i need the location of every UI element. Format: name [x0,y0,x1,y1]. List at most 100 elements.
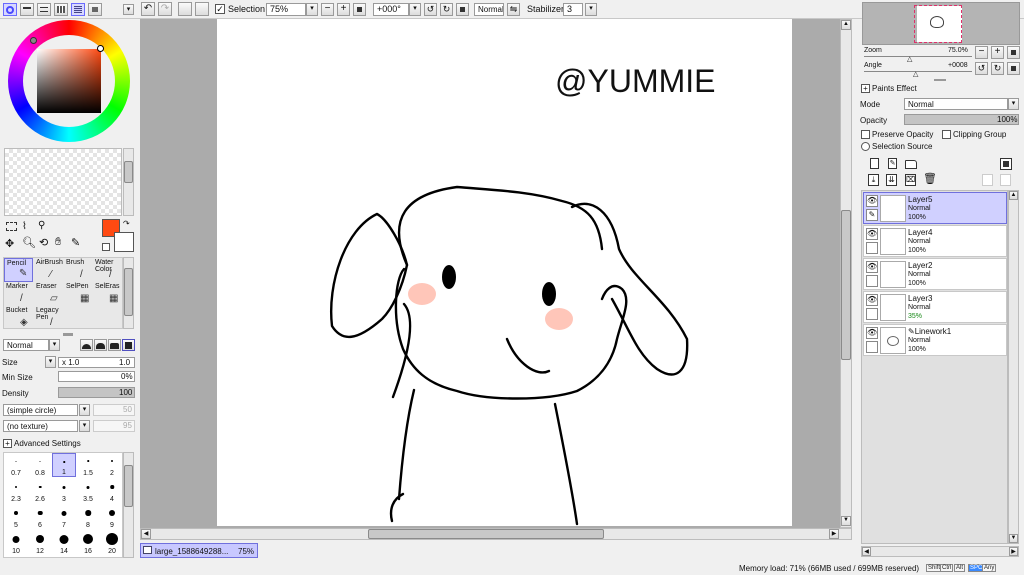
rotate-reset-button[interactable] [456,3,469,16]
zoom-in-button[interactable]: + [337,3,350,16]
nav-rotate-reset-button[interactable] [1007,62,1020,75]
tool-seleras[interactable]: SelEras ▦ [93,282,122,306]
new-linework-layer-icon[interactable]: ✎ [888,158,897,169]
tool-airbrush[interactable]: AirBrush ⁄ [34,258,63,282]
selection-checkbox[interactable]: ✓ [215,4,225,14]
blend-mode-select[interactable]: Normal [474,3,504,16]
edge-soft-button[interactable] [108,339,121,351]
brush-size-cell[interactable]: 0.8 [28,453,52,477]
tool-grid-scroll-thumb[interactable] [124,268,133,316]
layer-list-scroll-up-icon[interactable]: ▲ [1009,191,1018,200]
eye-icon[interactable]: 👁︎ [866,195,878,207]
edge-sharp-button[interactable] [122,339,135,351]
zoom-dropdown-icon[interactable]: ▾ [306,3,318,16]
lock-slot[interactable] [866,341,878,353]
brush-size-cell[interactable]: 10 [4,531,28,555]
rotate-right-button[interactable]: ↻ [440,3,453,16]
brush-size-cell[interactable]: 3.5 [76,479,100,503]
color-wheel-tab-icon[interactable] [3,3,17,16]
deselect-button[interactable] [178,2,192,16]
tool-selpen[interactable]: SelPen ▦ [64,282,93,306]
layer-list-hscrollbar[interactable] [861,546,1019,557]
flip-horizontal-button[interactable]: ⇋ [507,3,520,16]
canvas-horizontal-thumb[interactable] [368,529,604,539]
zoom-tool-icon[interactable]: 🔍︎ [22,236,36,249]
brush-size-cell[interactable]: 16 [76,531,100,555]
scratchpad[interactable] [4,148,122,216]
swatches-tab-icon[interactable] [54,3,68,16]
layer-panel-menu-icon[interactable] [1000,158,1012,170]
magic-wand-icon[interactable]: ⚲ [38,220,45,231]
brush-blend-select[interactable]: Normal [3,339,49,351]
nav-zoom-in-button[interactable]: + [991,46,1004,59]
layer-list-scroll-down-icon[interactable]: ▼ [1009,534,1018,543]
zoom-select[interactable]: 75% [266,3,306,16]
layer-row-layer2[interactable]: 👁︎ Layer2 Normal 100% [863,258,1007,290]
canvas-scroll-left-icon[interactable]: ◀ [141,529,151,539]
splitter-handle[interactable] [63,333,73,336]
eye-icon[interactable]: 👁︎ [866,294,878,306]
nav-splitter[interactable] [934,79,946,81]
eye-icon[interactable]: 👁︎ [866,261,878,273]
canvas-vertical-thumb[interactable] [841,210,851,360]
nav-rotate-right-button[interactable]: ↻ [991,62,1004,75]
texture-dropdown-icon[interactable]: ▾ [79,420,90,432]
brush-size-cell[interactable]: 2.6 [28,479,52,503]
advanced-settings-label[interactable]: Advanced Settings [14,439,81,448]
hand-tool-icon[interactable]: ✋︎ [55,236,61,249]
rotate-tool-icon[interactable]: ⟲ [39,236,48,249]
brush-size-scroll-thumb[interactable] [124,465,133,507]
texture-select[interactable]: (no texture) [3,420,78,432]
swap-colors-icon[interactable]: ↷ [123,219,130,228]
lock-slot[interactable] [866,275,878,287]
tool-brush[interactable]: Brush / [64,258,93,282]
brush-size-cell[interactable]: 7 [52,505,76,529]
stabilizer-dropdown-icon[interactable]: ▾ [585,3,597,16]
new-layer-icon[interactable] [870,158,879,169]
zoom-reset-button[interactable] [353,3,366,16]
brush-size-cell[interactable]: 2 [100,453,124,477]
transfer-down-icon[interactable]: ⤓ [868,174,879,186]
angle-dropdown-icon[interactable]: ▾ [409,3,421,16]
edge-hard-button[interactable] [80,339,93,351]
tool-legacy-pen[interactable]: Legacy Pen / [34,306,63,330]
delete-layer-icon[interactable]: 🗑︎ [923,174,937,186]
selection-source-radio[interactable] [861,142,870,151]
eye-icon[interactable]: 👁︎ [866,327,878,339]
brush-size-cell[interactable]: 4 [100,479,124,503]
brush-size-cell[interactable]: 1.5 [76,453,100,477]
tool-bucket[interactable]: Bucket ◈ [4,306,33,330]
layer-row-linework1[interactable]: 👁︎ ✎Linework1 Normal 100% [863,324,1007,356]
panel-menu-dropdown[interactable]: ▾ [123,4,134,15]
brush-size-cell[interactable]: 6 [28,505,52,529]
eyedropper-icon[interactable]: ✎ [71,236,80,249]
merge-down-icon[interactable]: ⇊ [886,174,897,186]
lock-slot[interactable] [866,308,878,320]
tool-marker[interactable]: Marker / [4,282,33,306]
tool-pencil[interactable]: Pencil ✎ [4,258,33,282]
transparent-color-icon[interactable] [102,243,110,251]
color-sv-square[interactable] [37,49,101,113]
invert-selection-button[interactable] [195,2,209,16]
new-folder-icon[interactable] [905,160,917,169]
canvas[interactable]: @YUMMIE [217,19,792,526]
zoom-out-button[interactable]: − [321,3,334,16]
move-icon[interactable]: ✥ [5,237,14,250]
paints-effect-toggle-icon[interactable]: + [861,84,870,93]
brush-size-cell[interactable]: 14 [52,531,76,555]
nav-zoom-slider[interactable] [864,56,972,57]
canvas-scroll-up-icon[interactable]: ▲ [841,20,851,30]
brush-size-cell[interactable]: 8 [76,505,100,529]
brush-size-cell[interactable]: 9 [100,505,124,529]
brush-shape-dropdown-icon[interactable]: ▾ [79,404,90,416]
edge-medium-button[interactable] [94,339,107,351]
redo-button[interactable]: ↷ [158,2,172,16]
layer-list-scroll-left-icon[interactable]: ◀ [862,547,871,556]
angle-select[interactable]: +000° [373,3,409,16]
layer-mode-dropdown-icon[interactable]: ▾ [1008,98,1019,110]
layer-row-layer3[interactable]: 👁︎ Layer3 Normal 35% [863,291,1007,323]
eye-icon[interactable]: 👁︎ [866,228,878,240]
clipping-group-checkbox[interactable] [942,130,951,139]
rgb-slider-tab-icon[interactable] [20,3,34,16]
undo-button[interactable]: ↶ [141,2,155,16]
